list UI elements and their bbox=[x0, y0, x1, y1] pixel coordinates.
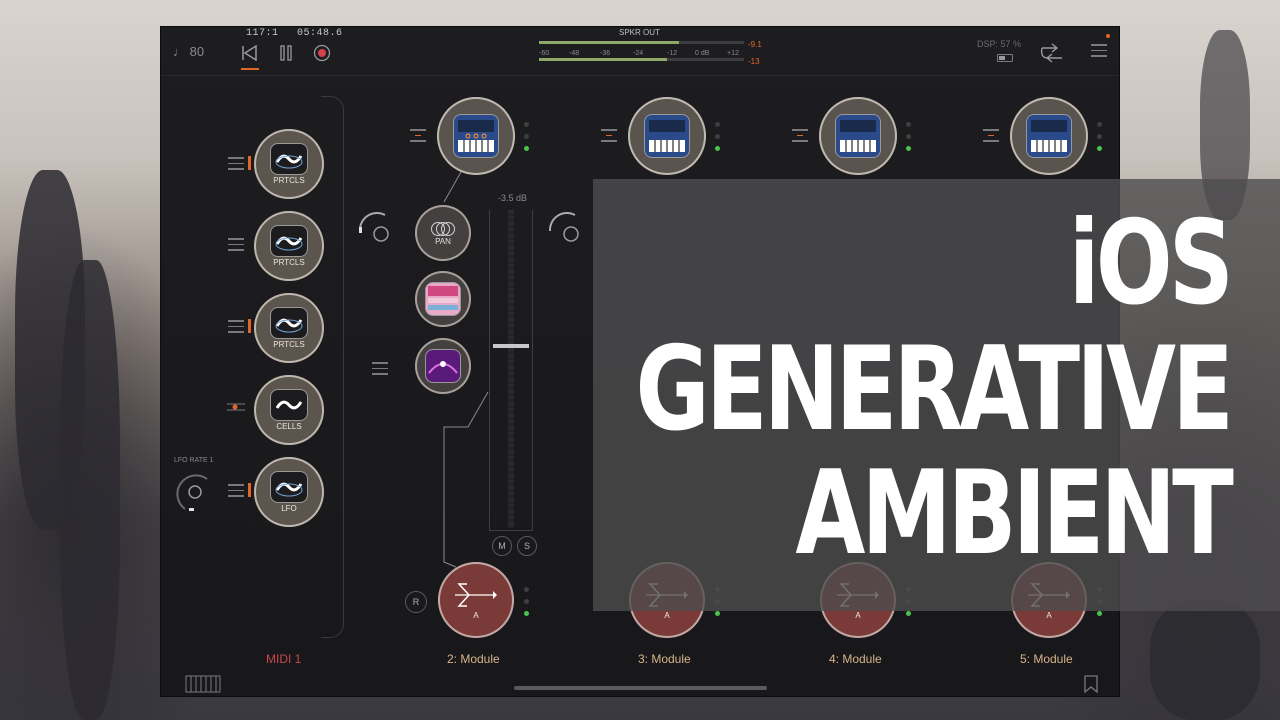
ch2-synth-leds bbox=[524, 122, 530, 158]
midi-3-activity bbox=[248, 319, 251, 333]
lfo-rate-knob[interactable] bbox=[173, 471, 213, 511]
bus-label: A bbox=[473, 610, 479, 620]
peak-readout-top: -9.1 bbox=[748, 40, 762, 49]
position-display: 117:1 05:48.6 bbox=[246, 28, 343, 39]
menu-button[interactable] bbox=[1091, 44, 1107, 57]
notification-dot bbox=[1106, 34, 1110, 38]
meter-tick: -24 bbox=[633, 50, 644, 57]
keyboard-icon bbox=[840, 120, 876, 152]
midi-1-activity bbox=[248, 156, 251, 170]
midi-2-menu[interactable] bbox=[228, 238, 244, 251]
record-icon bbox=[313, 44, 331, 62]
ch4-synth-leds bbox=[906, 122, 912, 158]
ch5-synth-menu[interactable] bbox=[983, 129, 999, 142]
meter-title: SPKR OUT bbox=[619, 28, 660, 37]
midi-5-menu[interactable] bbox=[228, 484, 244, 497]
ch3-synth-menu[interactable] bbox=[601, 129, 617, 142]
channel-3-label[interactable]: 3: Module bbox=[638, 652, 691, 666]
ch2-synth-menu[interactable] bbox=[410, 129, 426, 142]
menu-line bbox=[1091, 55, 1107, 57]
ch3-synth-node[interactable] bbox=[628, 97, 706, 175]
channel-5-label[interactable]: 5: Module bbox=[1020, 652, 1073, 666]
ch4-synth-menu[interactable] bbox=[792, 129, 808, 142]
rewind-icon bbox=[242, 45, 257, 61]
tempo-display[interactable]: ♩ 80 bbox=[173, 44, 204, 59]
meter-level-right bbox=[539, 58, 667, 61]
ch2-volume-readout: -3.5 dB bbox=[498, 193, 528, 203]
channel-2-label[interactable]: 2: Module bbox=[447, 652, 500, 666]
keyboard-icon bbox=[1031, 120, 1067, 152]
headline-line-3: AMBIENT bbox=[795, 446, 1234, 581]
midi-5-activity bbox=[248, 483, 251, 497]
meter-tick: 0 dB bbox=[695, 50, 710, 57]
connection-line bbox=[443, 171, 462, 203]
midi-3-menu[interactable] bbox=[228, 320, 244, 333]
keyboard-icon bbox=[458, 120, 494, 152]
synth-app-icon bbox=[836, 115, 880, 157]
clock-time: 05:48.6 bbox=[297, 28, 343, 39]
meter-level-left bbox=[539, 41, 679, 44]
transport-bar: ♩ 80 117:1 05:48.6 SPKR OUT -60 -48 -36 … bbox=[161, 27, 1119, 76]
keyboard-button-icon[interactable] bbox=[185, 675, 221, 693]
lfo-rate-label: LFO RATE 1 bbox=[174, 457, 214, 464]
synth-app-icon bbox=[645, 115, 689, 157]
peak-readout-bottom: -13 bbox=[748, 57, 760, 66]
synth-app-icon bbox=[1027, 115, 1071, 157]
midi-4-slider-icon[interactable] bbox=[227, 402, 245, 412]
midi-1-menu[interactable] bbox=[228, 157, 244, 170]
midi-channel-label: MIDI 1 bbox=[266, 652, 302, 666]
bookmark-icon[interactable] bbox=[1084, 675, 1098, 693]
pause-button[interactable] bbox=[276, 43, 296, 63]
headline-line-1: iOS bbox=[1068, 196, 1234, 331]
ch2-record-arm-button[interactable]: R bbox=[405, 591, 427, 613]
dsp-load: DSP: 57 % bbox=[977, 39, 1022, 49]
meter-tick: -12 bbox=[667, 50, 678, 57]
ch5-synth-leds bbox=[1097, 122, 1103, 158]
bus-label: A bbox=[1046, 610, 1052, 620]
lavender-stalk-right-2 bbox=[1150, 600, 1260, 720]
pause-icon bbox=[280, 45, 292, 61]
wave-logo-icon bbox=[275, 154, 303, 168]
keyboard-icon bbox=[649, 120, 685, 152]
rewind-button[interactable] bbox=[239, 43, 259, 63]
summing-icon bbox=[455, 582, 497, 607]
home-indicator[interactable] bbox=[514, 686, 767, 690]
headline-line-2: GENERATIVE bbox=[635, 322, 1234, 457]
channel-4-label[interactable]: 4: Module bbox=[829, 652, 882, 666]
meter-tick: -60 bbox=[539, 50, 550, 57]
ch5-synth-node[interactable] bbox=[1010, 97, 1088, 175]
routing-button[interactable] bbox=[1039, 41, 1065, 65]
output-meter: -60 -48 -36 -24 -12 0 dB +12 bbox=[539, 39, 744, 67]
midi-node-label: PRTCLS bbox=[273, 175, 305, 185]
ch2-mixer-node[interactable]: A bbox=[438, 562, 514, 638]
rewind-indicator bbox=[241, 68, 259, 70]
bus-label: A bbox=[855, 610, 861, 620]
meter-tick: +12 bbox=[727, 50, 739, 57]
ch4-synth-node[interactable] bbox=[819, 97, 897, 175]
battery-icon bbox=[997, 54, 1013, 62]
lavender-stalk-left-2 bbox=[60, 260, 120, 720]
meter-tick: -48 bbox=[569, 50, 580, 57]
routing-icon bbox=[1040, 43, 1062, 63]
bus-label: A bbox=[664, 610, 670, 620]
ch2-synth-node[interactable] bbox=[437, 97, 515, 175]
bar-beat: 117:1 bbox=[246, 28, 279, 39]
ch2-mixer-leds bbox=[524, 587, 530, 623]
menu-line bbox=[1091, 49, 1107, 51]
record-button[interactable] bbox=[312, 43, 332, 63]
ch3-synth-leds bbox=[715, 122, 721, 158]
menu-line bbox=[1091, 44, 1107, 46]
synth-app-icon bbox=[454, 115, 498, 157]
prtcls-app-icon bbox=[271, 143, 307, 174]
meter-tick: -36 bbox=[600, 50, 611, 57]
midi-node-prtcls-1[interactable]: PRTCLS bbox=[254, 129, 324, 199]
